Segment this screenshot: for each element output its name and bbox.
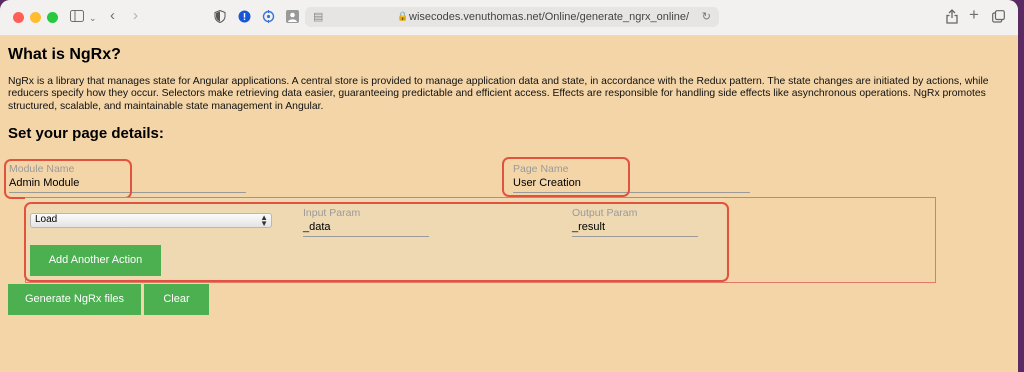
close-window-button[interactable] <box>13 12 24 23</box>
extension-target-icon[interactable] <box>262 10 275 25</box>
module-name-highlight <box>4 159 132 199</box>
browser-window: ⌄ ‹ › ▤ 🔒 wisecodes.venuthomas.net/Onlin… <box>0 0 1018 372</box>
address-bar[interactable]: ▤ 🔒 wisecodes.venuthomas.net/Online/gene… <box>305 7 719 27</box>
section-heading: Set your page details: <box>8 125 164 142</box>
extension-alert-icon[interactable] <box>238 10 251 25</box>
forward-icon[interactable]: › <box>133 8 138 23</box>
reader-icon[interactable]: ▤ <box>313 10 323 23</box>
page-name-highlight <box>502 157 630 197</box>
page-title: What is NgRx? <box>8 46 121 63</box>
back-icon[interactable]: ‹ <box>110 8 115 23</box>
url-text: wisecodes.venuthomas.net/Online/generate… <box>409 11 690 23</box>
browser-toolbar: ⌄ ‹ › ▤ 🔒 wisecodes.venuthomas.net/Onlin… <box>0 0 1018 36</box>
reload-icon[interactable]: ↻ <box>702 10 711 23</box>
action-row-highlight <box>24 202 729 282</box>
intro-paragraph: NgRx is a library that manages state for… <box>8 76 989 112</box>
page-content: What is NgRx? NgRx is a library that man… <box>0 36 1018 372</box>
sidebar-icon[interactable] <box>70 10 84 24</box>
share-icon[interactable] <box>946 9 958 26</box>
minimize-window-button[interactable] <box>30 12 41 23</box>
lock-icon: 🔒 <box>397 11 409 21</box>
generate-ngrx-button[interactable]: Generate NgRx files <box>8 284 141 315</box>
extension-person-icon[interactable] <box>286 10 299 25</box>
clear-button[interactable]: Clear <box>144 284 209 315</box>
privacy-shield-icon[interactable] <box>214 9 226 25</box>
new-tab-icon[interactable]: + <box>969 6 979 23</box>
chevron-down-icon[interactable]: ⌄ <box>89 11 97 25</box>
zoom-window-button[interactable] <box>47 12 58 23</box>
tab-overview-icon[interactable] <box>992 10 1005 25</box>
